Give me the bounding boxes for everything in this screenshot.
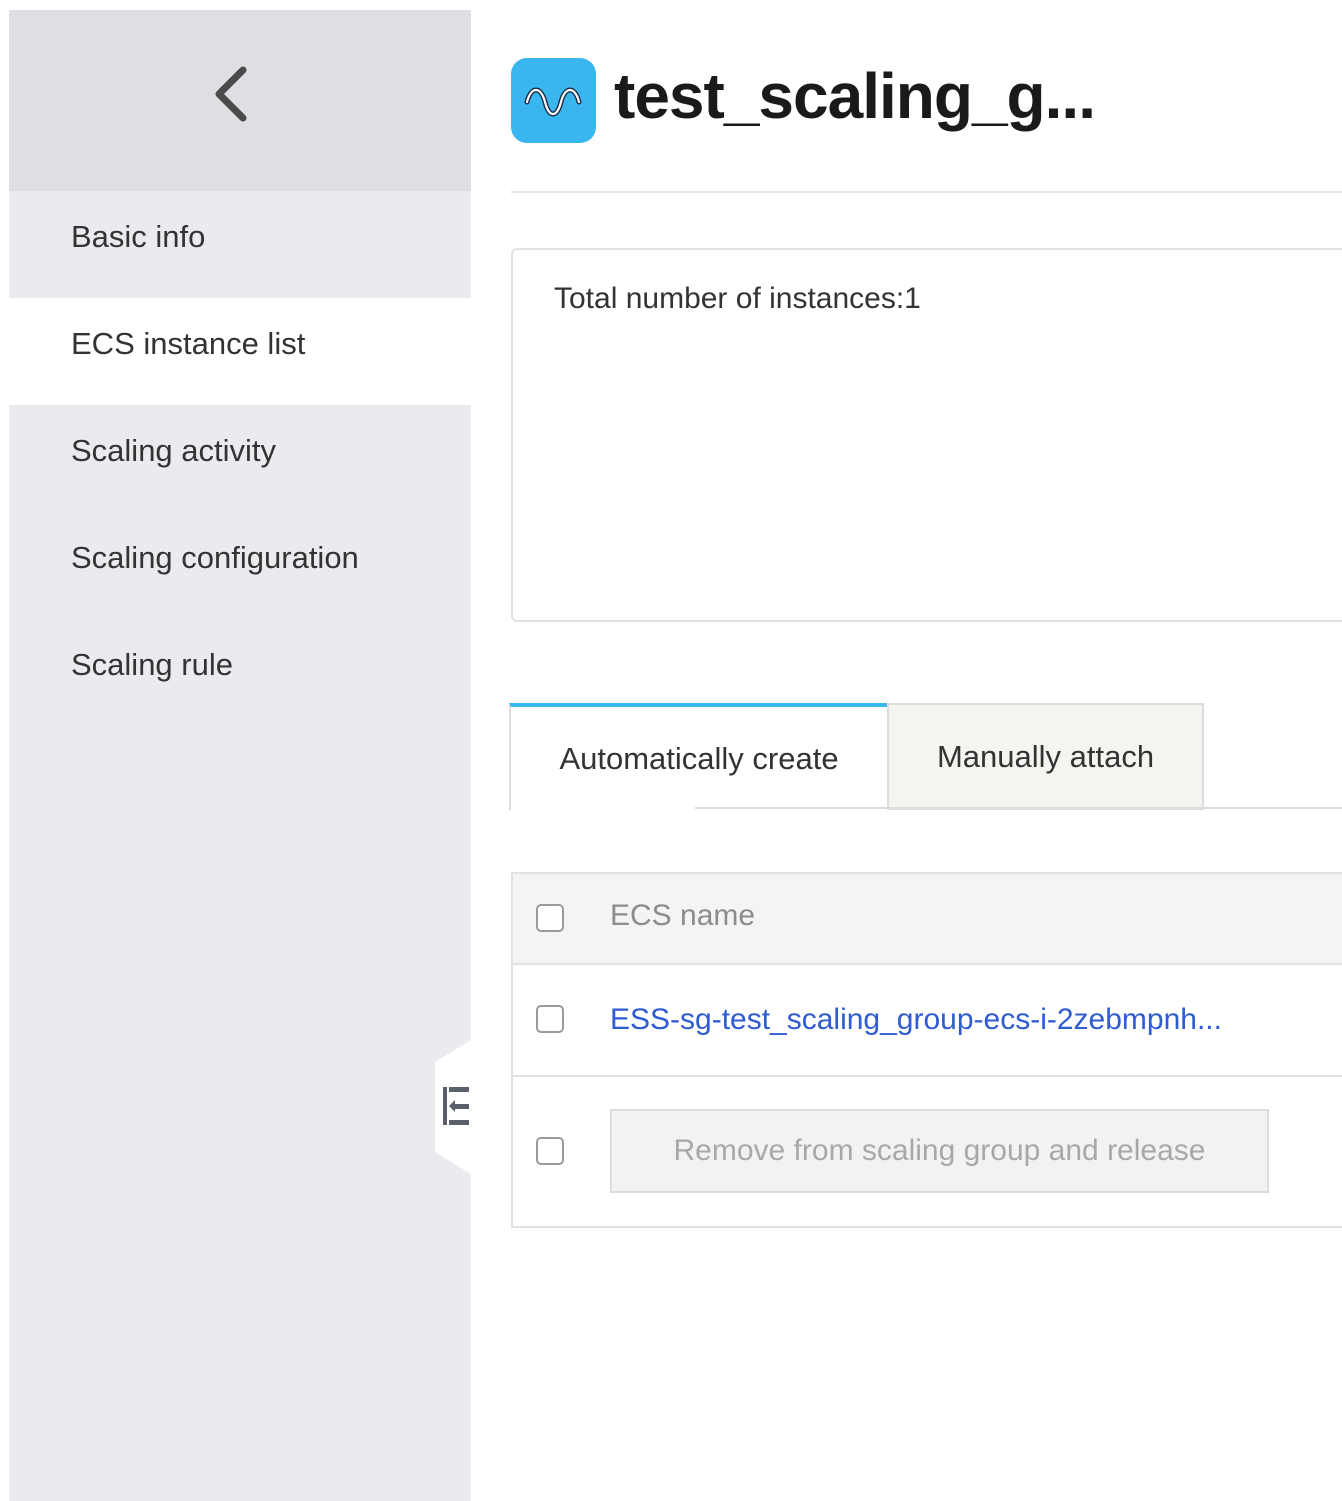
table-row: ESS-sg-test_scaling_group-ecs-i-2zebmpnh… [513,965,1342,1077]
select-all-checkbox[interactable] [536,904,564,932]
tab-manually-attach[interactable]: Manually attach [887,703,1204,810]
instance-table: ECS name ESS-sg-test_scaling_group-ecs-i… [511,872,1342,1228]
sidebar-item-label: ECS instance list [71,325,306,361]
sidebar: Basic info ECS instance list Scaling act… [9,10,471,1501]
title-divider [511,191,1342,193]
table-header: ECS name [513,874,1342,965]
summary-card: Total number of instances:1 [511,248,1342,622]
title-row: test_scaling_g... [511,58,1342,144]
sidebar-item-scaling-rule[interactable]: Scaling rule [9,619,471,726]
tabs: Automatically create Manually attach [509,703,1342,810]
auto-scaling-wave-icon [511,58,596,143]
sidebar-item-label: Scaling activity [71,432,277,468]
tabs-divider [695,807,1342,809]
table-footer: Remove from scaling group and release [513,1077,1342,1228]
total-instances-text: Total number of instances:1 [554,282,921,315]
sidebar-item-label: Basic info [71,218,206,254]
sidebar-item-ecs-instance-list[interactable]: ECS instance list [9,298,471,405]
ecs-name-link[interactable]: ESS-sg-test_scaling_group-ecs-i-2zebmpnh… [610,1003,1222,1037]
sidebar-item-scaling-activity[interactable]: Scaling activity [9,405,471,512]
tab-automatically-create[interactable]: Automatically create [509,703,887,810]
sidebar-item-label: Scaling rule [71,646,233,682]
page-title: test_scaling_g... [614,60,1096,132]
sidebar-item-label: Scaling configuration [71,539,359,575]
footer-select-all-checkbox[interactable] [536,1137,564,1165]
sidebar-item-basic-info[interactable]: Basic info [9,191,471,298]
chevron-left-icon [215,66,247,122]
remove-and-release-button[interactable]: Remove from scaling group and release [610,1109,1269,1193]
row-checkbox[interactable] [536,1005,564,1033]
collapse-sidebar-icon[interactable] [435,1040,471,1174]
page: Basic info ECS instance list Scaling act… [0,0,1342,1501]
sidebar-item-scaling-configuration[interactable]: Scaling configuration [9,512,471,619]
back-button[interactable] [9,10,471,191]
column-header-ecs-name: ECS name [610,899,756,932]
